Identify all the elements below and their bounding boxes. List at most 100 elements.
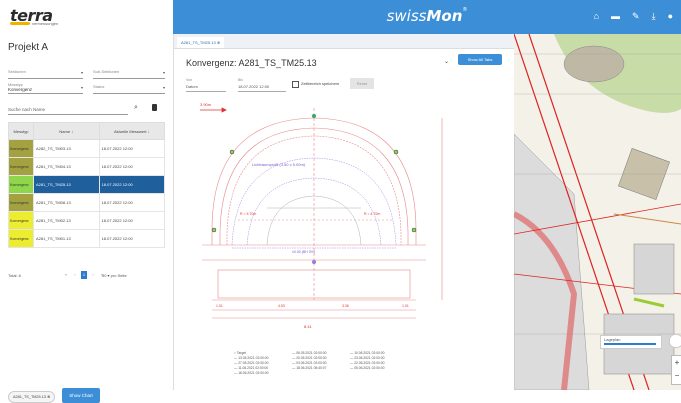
brand-light: swiss [386,7,427,25]
name-cell: A281_TS_TM04.13 [33,157,100,176]
layers-icon[interactable] [669,334,681,348]
terra-logo[interactable]: terra vermessungen [10,6,70,28]
legend-item[interactable]: — 11.06.2021 02:00:00 [234,366,268,370]
chevron-down-icon: ▾ [80,70,83,75]
logo-subtitle: vermessungen [32,21,59,26]
project-title: Projekt A [8,42,49,53]
reset-button[interactable]: Reset [350,78,374,89]
legend-label: 05.06.2021 02:00:00 [354,366,385,370]
show-all-tabs-button[interactable]: Show All Tabs [458,54,502,65]
from-date-field[interactable]: Von Datum [186,78,226,92]
messtyp-value: Konvergenz [8,87,33,92]
legend-label: 18.06.2021 05:40:07 [296,366,327,370]
folder-icon[interactable]: ▬ [611,11,620,21]
legend-label: 20.05.2021 02:00:00 [296,356,327,360]
prev-page-button[interactable]: ‹ [72,271,78,279]
tab-measurement[interactable]: A281_TS_TM25.13 ⊗ [177,37,225,48]
right-radius-label: R = 4.70m [364,212,380,216]
tab-label: A281_TS_TM25.13 [181,40,216,45]
date-cell: 18.07.2022 12:00 [98,193,166,212]
search-icon[interactable]: ⌕ [134,104,138,112]
table-row[interactable]: Konvergenz A281_TS_TM01.13 18.07.2022 12… [8,229,166,248]
legend-item[interactable]: — 27.05.2021 02:00:00 [234,361,268,365]
messtyp-select[interactable]: Messtyp Konvergenz ▾ [8,82,83,94]
center-label: ±0.00 (BH 3%) [292,250,315,254]
left-radius-label: R = 5.70m [240,212,256,216]
sub-sektionen-select[interactable]: Sub-Sektionen ▾ [93,69,165,79]
table-row[interactable]: Konvergenz A282_TS_TM03.13 18.07.2022 12… [8,139,166,158]
name-cell: A282_TS_TM03.13 [33,139,100,158]
dim-label: 1.01 [402,304,409,308]
table-row[interactable]: Konvergenz A281_TS_TM04.13 18.07.2022 12… [8,157,166,176]
chip-label: A281_TS_TM25.13 [13,395,46,399]
brand-reg: ® [462,7,468,13]
table-row[interactable]: Konvergenz A281_TS_TM08.13 18.07.2022 12… [8,193,166,212]
first-page-button[interactable]: « [63,271,69,279]
per-page-select[interactable]: 50 ▾ pro Seite [102,273,127,278]
status-label: Status [93,84,105,89]
zoom-in-button[interactable]: + [672,356,681,369]
status-select[interactable]: Status ▾ [93,84,165,94]
legend-item[interactable]: ○ Target [234,351,246,355]
to-label: Bis [238,78,243,82]
column-header-messwert[interactable]: Aktuelle Messwert ↓ [98,122,166,140]
status-cell: Konvergenz [8,157,34,176]
dim-label: 1.01 [216,304,223,308]
legend-item[interactable]: — 22.06.2021 02:00:00 [350,361,384,365]
name-cell: A281_TS_TM01.13 [33,229,100,248]
table-row[interactable]: Konvergenz A281_TS_TM02.13 18.07.2022 12… [8,211,166,230]
legend-item[interactable]: — 05.06.2021 02:00:00 [350,366,384,370]
legend-item[interactable]: — 18.06.2021 02:00:00 [234,371,268,375]
status-cell: Konvergenz [8,211,34,230]
legend-item[interactable]: — 03.06.2021 02:00:00 [292,361,326,365]
help-icon[interactable]: ● [668,11,673,21]
map-panel[interactable]: Lageplan + − [514,34,681,390]
pagination: « ‹ 1 › » [63,271,105,279]
save-range-label: Zeitbereich speichern [301,81,340,86]
show-chart-button[interactable]: Show Chart [62,388,100,403]
legend-item[interactable]: — 06.05.2021 02:00:00 [292,351,326,355]
close-icon[interactable]: ⊗ [217,40,220,45]
measurement-table: Messtyp Name ↓ Aktuelle Messwert ↓ Konve… [8,122,166,248]
status-cell: Konvergenz [8,193,34,212]
sektionen-label: Sektionen [8,69,26,74]
chevron-down-icon: ▾ [162,70,165,75]
legend-item[interactable]: — 13.05.2021 02:00:00 [234,356,268,360]
search-input[interactable]: Suche nach Name [8,105,128,115]
close-icon[interactable]: ⊗ [47,395,50,399]
legend-item[interactable]: — 23.06.2021 02:00:00 [350,356,384,360]
column-header-messtyp[interactable]: Messtyp [8,122,34,140]
date-cell: 18.07.2022 12:00 [98,229,166,248]
legend-label: Target [236,351,247,355]
sektionen-select[interactable]: Sektionen ▾ [8,69,83,79]
name-cell: A281_TS_TM25.13 [33,175,100,194]
header-blue-band: swissMon® ⌂ ▬ ✎ ⤓ ● [173,0,681,34]
layer-control[interactable]: Lageplan [600,335,662,349]
date-cell: 18.07.2022 12:00 [98,175,166,194]
zoom-control: + − [671,355,681,385]
tunnel-profile-drawing: 3.90m Lichtraumprofil (3.50 x 5.00m) ±0.… [200,102,443,329]
header-icons: ⌂ ▬ ✎ ⤓ ● [594,11,673,21]
download-icon[interactable]: ⤓ [652,11,656,21]
page-1-button[interactable]: 1 [81,271,87,279]
column-header-name[interactable]: Name ↓ [33,122,100,140]
to-date-field[interactable]: Bis 18.07.2022 12:00 [238,78,286,92]
legend-label: 18.06.2021 02:00:00 [238,371,269,375]
selected-chip[interactable]: A281_TS_TM25.13 ⊗ [8,391,56,403]
wrench-icon[interactable]: ✎ [632,11,640,21]
legend-item[interactable]: — 18.06.2021 05:40:07 [292,366,326,370]
save-range-checkbox[interactable] [292,81,299,88]
table-row-selected[interactable]: Konvergenz A281_TS_TM25.13 18.07.2022 12… [8,175,166,194]
chevron-down-icon[interactable]: ⌄ [444,58,449,65]
date-cell: 18.07.2022 12:00 [98,139,166,158]
layer-opacity-slider[interactable] [604,343,656,345]
total-count: Total: 6 [8,273,21,278]
legend-item[interactable]: — 20.05.2021 02:00:00 [292,356,326,360]
next-page-button[interactable]: › [90,271,96,279]
trash-icon[interactable] [152,104,157,111]
from-label: Von [186,78,193,82]
legend-item[interactable]: — 10.06.2021 02:00:00 [350,351,384,355]
home-icon[interactable]: ⌂ [594,11,599,21]
search-placeholder: Suche nach Name [8,107,46,112]
zoom-out-button[interactable]: − [672,369,681,382]
